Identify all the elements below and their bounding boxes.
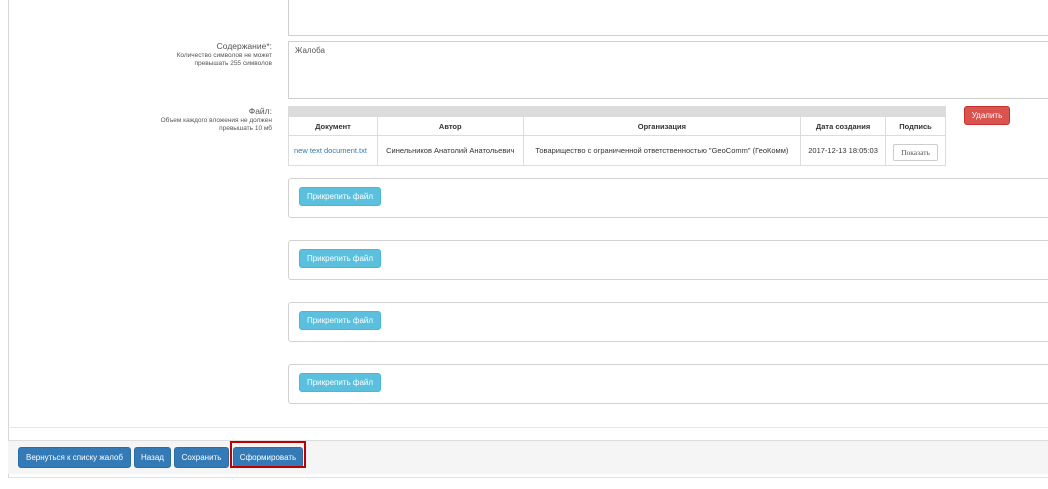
table-header-row: Документ Автор Организация Дата создания… bbox=[288, 116, 946, 136]
content-label-block: Содержание*: Количество символов не може… bbox=[162, 41, 272, 68]
file-hint: Объем каждого вложения не должен превыша… bbox=[160, 117, 272, 132]
column-header: Документ bbox=[288, 116, 378, 136]
attach-slot: Прикрепить файл bbox=[288, 302, 1048, 342]
attach-file-button[interactable]: Прикрепить файл bbox=[299, 187, 381, 206]
attach-file-button[interactable]: Прикрепить файл bbox=[299, 373, 381, 392]
previous-field[interactable] bbox=[288, 0, 1048, 36]
attach-slot: Прикрепить файл bbox=[288, 178, 1048, 218]
file-label-block: Файл: Объем каждого вложения не должен п… bbox=[160, 106, 272, 133]
column-header: Организация bbox=[522, 116, 802, 136]
form-divider bbox=[8, 427, 1048, 428]
table-row: new text document.txt Синельников Анатол… bbox=[288, 135, 946, 166]
file-label: Файл: bbox=[248, 106, 272, 116]
attach-slot: Прикрепить файл bbox=[288, 364, 1048, 404]
attach-file-button[interactable]: Прикрепить файл bbox=[299, 249, 381, 268]
back-to-list-button[interactable]: Вернуться к списку жалоб bbox=[18, 447, 131, 468]
document-link[interactable]: new text document.txt bbox=[288, 135, 378, 166]
files-table-wrap: Документ Автор Организация Дата создания… bbox=[288, 106, 946, 166]
files-table: Документ Автор Организация Дата создания… bbox=[288, 116, 946, 166]
files-table-bar bbox=[288, 106, 946, 116]
content-textarea[interactable]: Жалоба bbox=[288, 41, 1048, 99]
save-button[interactable]: Сохранить bbox=[174, 447, 229, 468]
attach-file-button[interactable]: Прикрепить файл bbox=[299, 311, 381, 330]
author-cell: Синельников Анатолий Анатольевич bbox=[376, 135, 524, 166]
content-hint: Количество символов не может превышать 2… bbox=[176, 52, 272, 67]
generate-highlight-frame bbox=[230, 441, 306, 468]
organization-cell: Товарищество с ограниченной ответственно… bbox=[522, 135, 802, 166]
content-label: Содержание*: bbox=[216, 41, 272, 51]
sign-cell: Показать bbox=[885, 135, 946, 166]
created-cell: 2017-12-13 18:05:03 bbox=[800, 135, 886, 166]
attach-slot: Прикрепить файл bbox=[288, 240, 1048, 280]
show-signature-button[interactable]: Показать bbox=[893, 143, 938, 161]
delete-button[interactable]: Удалить bbox=[964, 106, 1010, 125]
column-header: Дата создания bbox=[800, 116, 886, 136]
back-button[interactable]: Назад bbox=[134, 447, 171, 468]
column-header: Подпись bbox=[885, 116, 946, 136]
column-header: Автор bbox=[376, 116, 524, 136]
